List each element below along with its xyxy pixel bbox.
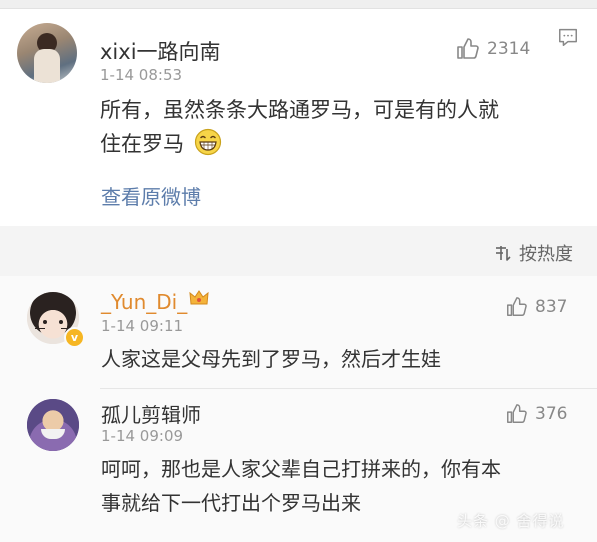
comment-divider [100, 388, 597, 389]
comment-1-username[interactable]: _Yun_Di_ [101, 290, 187, 314]
comment-1-content: 人家这是父母先到了罗马，然后才生娃 [101, 347, 441, 371]
thumbs-up-icon [507, 297, 527, 316]
post-content-line-1: 所有，虽然条条大路通罗马，可是有的人就 [100, 98, 499, 122]
sort-icon [496, 246, 511, 261]
sort-bar: 按热度 [0, 226, 597, 276]
sort-by-hot-button[interactable]: 按热度 [493, 240, 573, 266]
watermark-text: 头条 @ 舍得说 [457, 512, 565, 530]
comment-2-like-button[interactable]: 376 [505, 403, 567, 425]
comment-2-content-line-1: 呵呵，那也是人家父辈自己打拼来的，你有本 [101, 457, 501, 481]
thumbs-up-icon [507, 404, 527, 423]
comment-2-avatar[interactable] [27, 399, 79, 451]
comment-2-username[interactable]: 孤儿剪辑师 [101, 399, 201, 428]
post-author-name[interactable]: xixi一路向南 [100, 36, 221, 66]
post-like-count: 2314 [487, 39, 531, 59]
comment-1-like-button[interactable]: 837 [505, 296, 567, 318]
crown-icon [189, 290, 209, 305]
grin-emoji-icon [194, 128, 222, 156]
top-divider-strip [0, 0, 597, 9]
post-like-button[interactable]: 2314 [455, 37, 530, 61]
comment-2-like-count: 376 [535, 404, 568, 424]
comment-1-timestamp: 1-14 09:11 [101, 317, 184, 335]
thumbs-up-icon [457, 38, 479, 59]
comment-1-like-count: 837 [535, 297, 568, 317]
comment-icon[interactable] [557, 26, 579, 48]
post-timestamp: 1-14 08:53 [100, 66, 183, 84]
verified-badge-icon: v [64, 327, 85, 348]
post-author-avatar[interactable] [17, 23, 77, 83]
sort-label: 按热度 [519, 244, 573, 265]
comment-2-content-line-2: 事就给下一代打出个罗马出来 [101, 491, 361, 515]
view-original-weibo-link[interactable]: 查看原微博 [101, 181, 201, 210]
post-content-line-2: 住在罗马 [100, 132, 184, 156]
comment-2-timestamp: 1-14 09:09 [101, 427, 184, 445]
